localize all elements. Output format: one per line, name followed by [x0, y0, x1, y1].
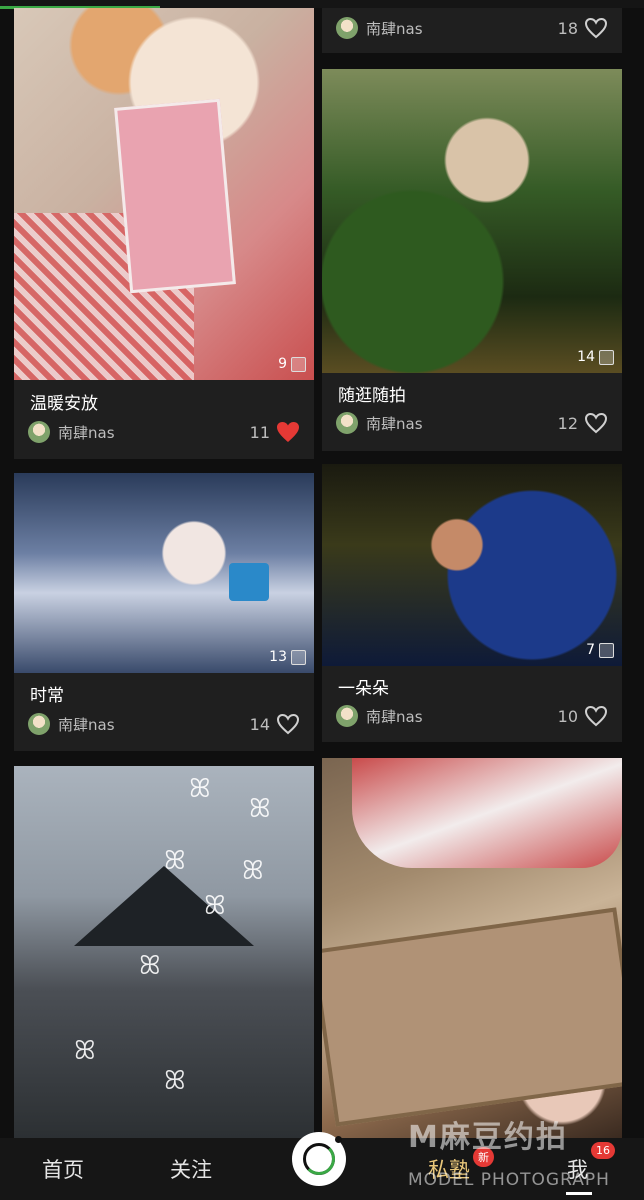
like-count: 14 [249, 714, 270, 734]
avatar[interactable] [28, 713, 50, 735]
feed-card-4[interactable]: 13 时常 南肆nas 14 [14, 473, 314, 751]
photo-detail [322, 907, 622, 1127]
author-name[interactable]: 南肆nas [366, 413, 558, 434]
like-count: 11 [249, 422, 270, 442]
butterfly-icon: ꕤ [164, 1066, 186, 1096]
photo-count-value: 9 [278, 356, 287, 372]
photo-count: 13 [269, 649, 306, 665]
avatar[interactable] [336, 705, 358, 727]
photo-detail [74, 866, 254, 946]
card-photo[interactable]: 13 [14, 473, 314, 673]
card-photo[interactable] [322, 758, 622, 1138]
feed-card-7[interactable] [322, 758, 622, 1138]
photo-count: 14 [577, 349, 614, 365]
card-meta: 南肆nas 10 [336, 702, 608, 730]
card-photo[interactable]: ꕤ ꕤ ꕤ ꕤ ꕤ ꕤ ꕤ ꕤ [14, 766, 314, 1138]
author-name[interactable]: 南肆nas [366, 18, 558, 39]
watermark-tagline: MODEL PHOTOGRAPH [408, 1170, 610, 1190]
like-count: 10 [557, 706, 578, 726]
feed-card-2[interactable]: 南肆nas 18 [322, 8, 622, 53]
heart-filled-icon[interactable] [276, 421, 300, 443]
butterfly-icon: ꕤ [74, 1036, 96, 1066]
photo-detail [352, 758, 622, 868]
photo-detail [114, 98, 236, 294]
heart-outline-icon[interactable] [584, 17, 608, 39]
gallery-icon [291, 649, 306, 665]
heart-outline-icon[interactable] [584, 412, 608, 434]
feed-card-3[interactable]: 14 随逛随拍 南肆nas 12 [322, 69, 622, 451]
watermark: M麻豆约拍 MODEL PHOTOGRAPH [408, 1112, 644, 1198]
camera-button[interactable] [292, 1132, 346, 1186]
heart-outline-icon[interactable] [276, 713, 300, 735]
author-name[interactable]: 南肆nas [366, 706, 558, 727]
avatar[interactable] [336, 412, 358, 434]
card-meta: 南肆nas 12 [336, 409, 608, 437]
camera-accent-arc [303, 1143, 335, 1175]
photo-count: 9 [278, 356, 306, 372]
card-photo[interactable]: 7 [322, 464, 622, 666]
gallery-icon [599, 642, 614, 658]
feed-card-5[interactable]: 7 一朵朵 南肆nas 10 [322, 464, 622, 742]
butterfly-icon: ꕤ [242, 856, 264, 886]
card-meta: 南肆nas 14 [28, 710, 300, 738]
butterfly-icon: ꕤ [164, 846, 186, 876]
like-count: 12 [557, 413, 578, 433]
nav-follow[interactable]: 关注 [170, 1154, 212, 1184]
card-photo[interactable]: 14 [322, 69, 622, 373]
butterfly-icon: ꕤ [249, 794, 271, 824]
butterfly-icon: ꕤ [189, 774, 211, 804]
card-photo[interactable]: 9 [14, 8, 314, 380]
heart-outline-icon[interactable] [584, 705, 608, 727]
butterfly-icon: ꕤ [204, 891, 226, 921]
nav-home[interactable]: 首页 [42, 1154, 84, 1184]
avatar[interactable] [336, 17, 358, 39]
feed-card-6[interactable]: ꕤ ꕤ ꕤ ꕤ ꕤ ꕤ ꕤ ꕤ [14, 766, 314, 1138]
photo-count-value: 7 [586, 642, 595, 658]
card-title[interactable]: 时常 [30, 681, 64, 706]
butterfly-icon: ꕤ [139, 951, 161, 981]
photo-count-value: 13 [269, 649, 287, 665]
card-meta: 南肆nas 11 [28, 418, 300, 446]
card-title[interactable]: 一朵朵 [338, 674, 389, 699]
watermark-brand: M麻豆约拍 [408, 1120, 568, 1155]
gallery-icon [599, 349, 614, 365]
like-count: 18 [557, 18, 578, 38]
card-title[interactable]: 温暖安放 [30, 389, 98, 414]
gallery-icon [291, 356, 306, 372]
photo-count-value: 14 [577, 349, 595, 365]
photo-count: 7 [586, 642, 614, 658]
author-name[interactable]: 南肆nas [58, 714, 250, 735]
author-name[interactable]: 南肆nas [58, 422, 250, 443]
photo-detail [229, 563, 269, 601]
card-meta: 南肆nas 18 [336, 14, 608, 42]
camera-flash-icon [335, 1136, 342, 1143]
avatar[interactable] [28, 421, 50, 443]
card-title[interactable]: 随逛随拍 [338, 381, 406, 406]
feed-card-1[interactable]: 9 温暖安放 南肆nas 11 [14, 8, 314, 459]
